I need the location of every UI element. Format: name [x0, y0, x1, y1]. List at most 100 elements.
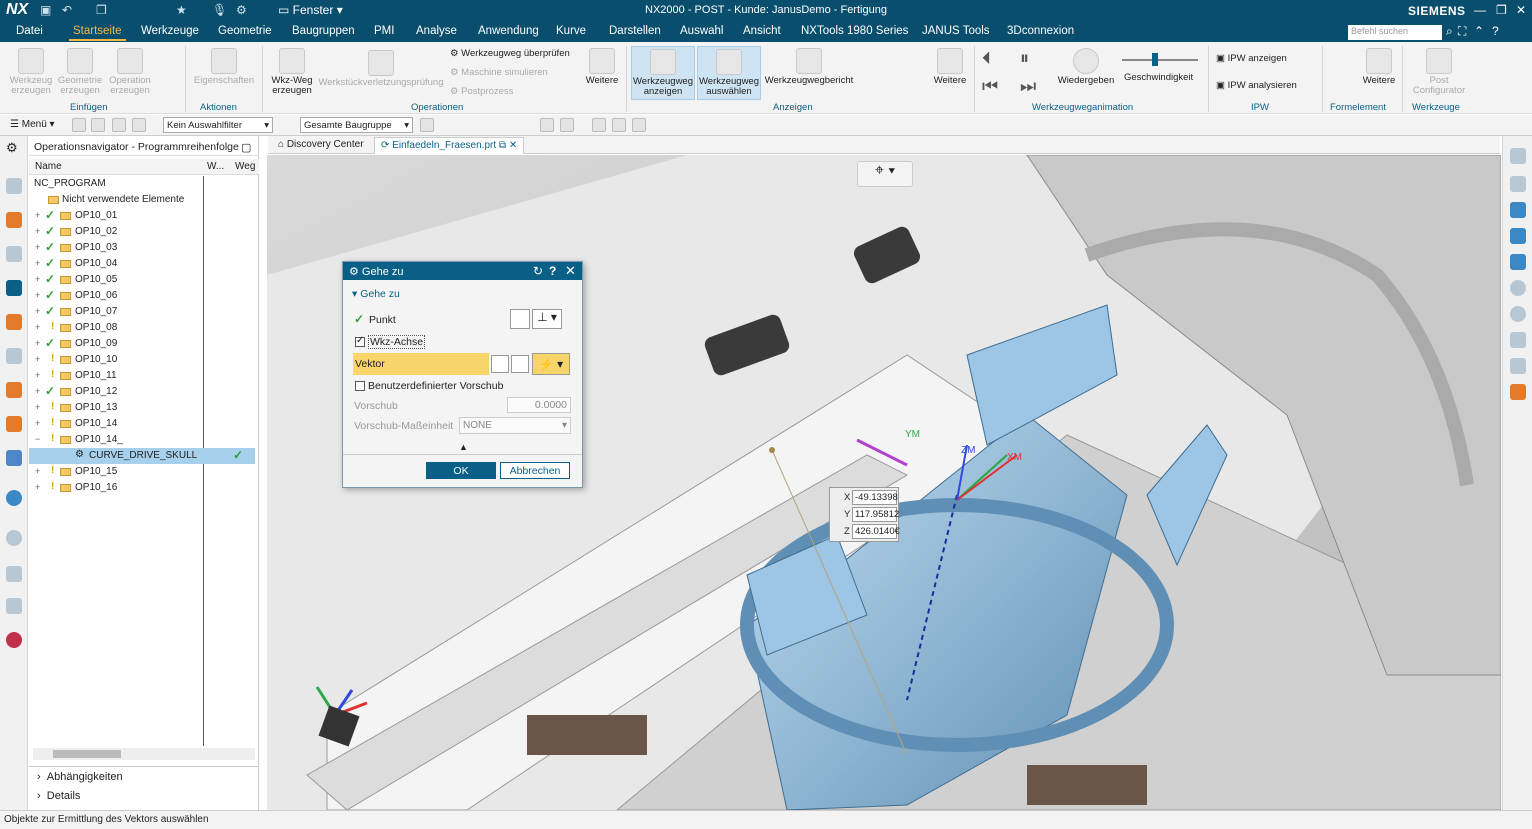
- expand-icon[interactable]: +: [35, 290, 40, 300]
- gouge-check-button[interactable]: Werkstückverletzungsprüfung: [318, 50, 444, 88]
- operation-row[interactable]: + ✓ OP10_09: [29, 336, 255, 352]
- reuse-library-icon[interactable]: [6, 348, 22, 364]
- post-configurator-button[interactable]: Post Configurator: [1406, 48, 1472, 96]
- speed-slider-handle[interactable]: [1152, 53, 1158, 66]
- operation-navigator-icon[interactable]: [6, 280, 22, 296]
- operation-row[interactable]: + ✓ OP10_12: [29, 384, 255, 400]
- view-icon[interactable]: [592, 118, 606, 132]
- point-dialog-icon[interactable]: [510, 309, 530, 329]
- operation-row[interactable]: + ✓ OP10_07: [29, 304, 255, 320]
- show-more-button[interactable]: Weitere: [930, 48, 970, 86]
- expand-icon[interactable]: +: [35, 482, 40, 492]
- minimize-icon[interactable]: —: [1474, 3, 1486, 17]
- select-toolpath-button[interactable]: Werkzeugweg auswählen: [697, 46, 761, 100]
- menu-datei[interactable]: Datei: [16, 25, 43, 37]
- part-navigator-icon[interactable]: [6, 178, 22, 194]
- create-tool-button[interactable]: Werkzeug erzeugen: [8, 48, 54, 96]
- expand-icon[interactable]: +: [35, 370, 40, 380]
- column-weg[interactable]: Weg: [235, 161, 255, 172]
- expand-icon[interactable]: +: [35, 306, 40, 316]
- expand-icon[interactable]: +: [35, 258, 40, 268]
- ok-button[interactable]: OK: [426, 462, 496, 479]
- column-w[interactable]: W...: [207, 161, 224, 172]
- feed-input[interactable]: 0.0000: [507, 397, 571, 413]
- layer-icon[interactable]: [1510, 254, 1526, 270]
- cube-icon[interactable]: [540, 118, 554, 132]
- cube-icon[interactable]: [560, 118, 574, 132]
- info-icon[interactable]: [1510, 384, 1526, 400]
- expand-icon[interactable]: +: [35, 354, 40, 364]
- vector-dialog-icon[interactable]: [511, 355, 529, 373]
- expand-icon[interactable]: +: [35, 402, 40, 412]
- tree-root[interactable]: NC_PROGRAM: [29, 176, 255, 192]
- filter-icon[interactable]: [1510, 332, 1526, 348]
- expand-icon[interactable]: +: [35, 226, 40, 236]
- step-back-icon[interactable]: ⏴: [982, 48, 991, 69]
- selection-icon[interactable]: [72, 118, 86, 132]
- operation-row[interactable]: +! OP10_08: [29, 320, 255, 336]
- selected-operation-row[interactable]: ⚙ CURVE_DRIVE_SKULL ✓: [29, 448, 255, 464]
- reset-icon[interactable]: ↻: [533, 264, 543, 278]
- pause-icon[interactable]: ⏸: [1020, 48, 1029, 69]
- selection-icon[interactable]: [132, 118, 146, 132]
- postprocess-button[interactable]: ⚙ Postprozess: [450, 86, 513, 97]
- coord-y-input[interactable]: 117.95812: [852, 507, 899, 522]
- analyze-ipw-button[interactable]: ▣ IPW analysieren: [1216, 80, 1297, 91]
- feature-more-button[interactable]: Weitere: [1360, 48, 1398, 86]
- expand-icon[interactable]: +: [35, 274, 40, 284]
- create-geometry-button[interactable]: Geometrie erzeugen: [57, 48, 103, 96]
- settings-icon[interactable]: [1510, 148, 1526, 164]
- menu-startseite[interactable]: Startseite: [69, 25, 126, 41]
- menu-anwendung[interactable]: Anwendung: [478, 25, 539, 37]
- expand-icon[interactable]: +: [35, 466, 40, 476]
- selection-icon[interactable]: [91, 118, 105, 132]
- operation-row[interactable]: +! OP10_11: [29, 368, 255, 384]
- collapse-arrow-icon[interactable]: ▲: [459, 442, 468, 452]
- menu-auswahl[interactable]: Auswahl: [680, 25, 723, 37]
- constraint-navigator-icon[interactable]: [6, 246, 22, 262]
- show-toolpath-button[interactable]: Werkzeugweg anzeigen: [631, 46, 695, 100]
- type-filter-select[interactable]: Kein Auswahlfilter ▾: [163, 117, 273, 133]
- feature-icon[interactable]: [6, 382, 22, 398]
- custom-feed-checkbox[interactable]: [355, 381, 365, 391]
- orient-view-button[interactable]: ⌖ ▾: [857, 161, 913, 187]
- expand-icon[interactable]: +: [35, 242, 40, 252]
- expand-icon[interactable]: −: [35, 434, 40, 444]
- layer-icon[interactable]: [1510, 228, 1526, 244]
- selection-icon[interactable]: [112, 118, 126, 132]
- process-studio-icon[interactable]: [6, 566, 22, 582]
- expand-icon[interactable]: +: [35, 210, 40, 220]
- menu-nxtools[interactable]: NXTools 1980 Series: [801, 25, 908, 37]
- play-button[interactable]: Wiedergeben: [1056, 48, 1116, 86]
- column-name[interactable]: Name: [35, 161, 62, 172]
- coord-z-input[interactable]: 426.0140€: [852, 524, 900, 539]
- history-icon[interactable]: [6, 530, 22, 546]
- menu-button[interactable]: ☰ Menü ▾: [10, 119, 55, 130]
- menu-darstellen[interactable]: Darstellen: [609, 25, 661, 37]
- layer-icon[interactable]: [6, 450, 22, 466]
- assembly-navigator-icon[interactable]: [6, 212, 22, 228]
- operation-row[interactable]: + ✓ OP10_04: [29, 256, 255, 272]
- operation-row[interactable]: + ✓ OP10_02: [29, 224, 255, 240]
- speed-slider[interactable]: [1122, 59, 1198, 61]
- menu-pmi[interactable]: PMI: [374, 25, 394, 37]
- tab-part-file[interactable]: ⟳ Einfaedeln_Fraesen.prt ⧉ ✕: [374, 137, 525, 154]
- operation-row[interactable]: +! OP10_13: [29, 400, 255, 416]
- tab-discovery-center[interactable]: ⌂ Discovery Center: [272, 137, 370, 154]
- show-ipw-button[interactable]: ▣ IPW anzeigen: [1216, 53, 1287, 64]
- operation-row[interactable]: + ✓ OP10_01: [29, 208, 255, 224]
- section-header[interactable]: ▾ Gehe zu: [352, 288, 400, 300]
- fullscreen-icon[interactable]: ⛶: [1458, 24, 1466, 39]
- menu-analyse[interactable]: Analyse: [416, 25, 457, 37]
- dependencies-panel[interactable]: › Abhängigkeiten: [37, 771, 123, 783]
- coord-x-input[interactable]: -49.13398: [852, 490, 898, 505]
- vector-type-select[interactable]: ⚡ ▾: [532, 353, 570, 375]
- coordinate-input[interactable]: X -49.13398 Y 117.95812 Z 426.0140€: [829, 487, 900, 542]
- menu-werkzeuge[interactable]: Werkzeuge: [141, 25, 199, 37]
- view-icon[interactable]: [612, 118, 626, 132]
- close-icon[interactable]: ✕: [565, 263, 576, 279]
- tool-library-icon[interactable]: [6, 416, 22, 432]
- toolpath-report-button[interactable]: Werkzeugwegbericht: [763, 48, 855, 86]
- operation-row[interactable]: +! OP10_15: [29, 464, 255, 480]
- expand-icon[interactable]: +: [35, 322, 40, 332]
